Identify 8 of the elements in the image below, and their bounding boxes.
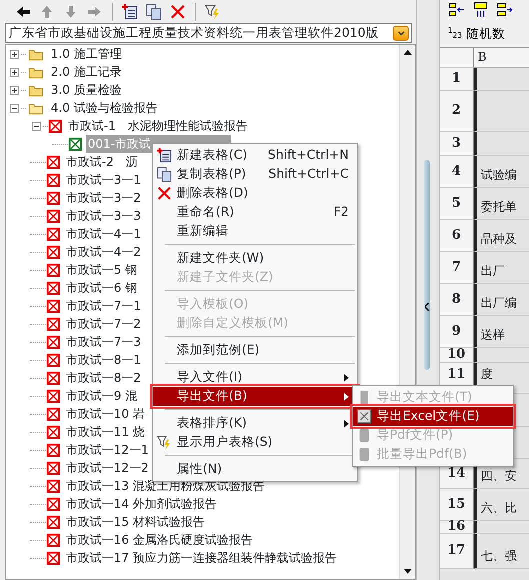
- sheet-cell: 委托单: [474, 188, 529, 220]
- sheet-cell: 出厂: [474, 252, 529, 284]
- sheet-cell: 品种及: [474, 220, 529, 252]
- sheet-cell: 七、强: [474, 534, 529, 569]
- sheet-cell: 送样: [474, 316, 529, 348]
- sheet-cell: 出厂编: [474, 284, 529, 316]
- sheet-cell: 六、比: [474, 489, 529, 521]
- sheet-cell: 试验编: [474, 156, 529, 188]
